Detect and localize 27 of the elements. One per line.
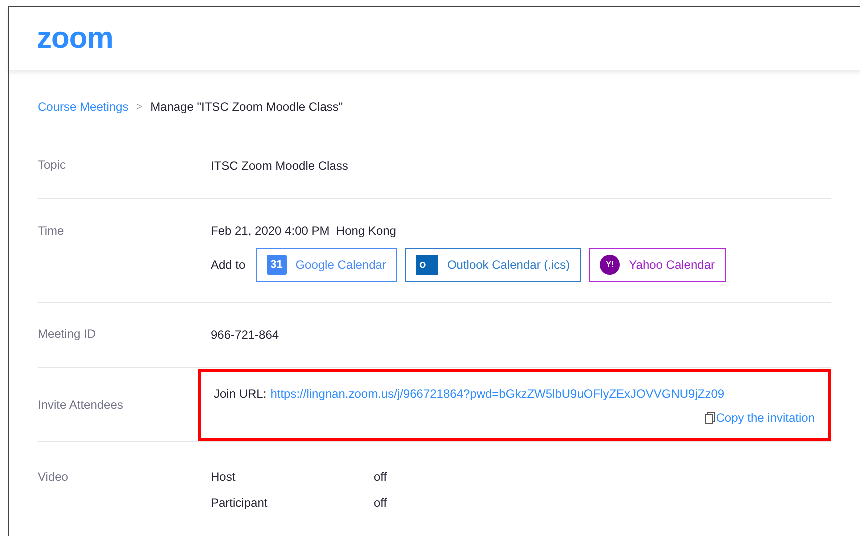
breadcrumb-separator: > xyxy=(136,100,143,114)
video-setting-name: Host xyxy=(211,469,237,486)
calendar-button[interactable]: o Outlook Calendar (.ics) xyxy=(405,248,582,282)
topic-value: ITSC Zoom Moodle Class xyxy=(211,159,348,173)
join-url-link[interactable]: https://lingnan.zoom.us/j/966721864?pwd=bGkzZW5lbU9uOFlyZExJOVVGNU9jZz09 xyxy=(270,384,725,402)
field-label: Topic xyxy=(38,157,68,174)
copy-icon xyxy=(705,412,716,424)
field-label: Time xyxy=(38,223,66,240)
video-setting-value: off xyxy=(374,469,388,486)
mail-icon: o xyxy=(416,255,438,275)
video-setting-name: Participant xyxy=(211,495,269,512)
time-value: Feb 21, 2020 4:00 PM Hong Kong xyxy=(211,223,398,240)
calendar-button[interactable]: 31 Google Calendar xyxy=(256,248,398,282)
logo-icon: Y! xyxy=(600,255,620,275)
calendar-button[interactable]: Y! Yahoo Calendar xyxy=(589,248,726,282)
breadcrumb-current: Manage "ITSC Zoom Moodle Class" xyxy=(150,99,344,116)
field-label: Invite Attendees xyxy=(38,396,124,414)
join-url-label: Join URL: xyxy=(214,386,267,402)
zoom-logo: zoom xyxy=(37,24,114,54)
field-label: Video xyxy=(38,469,70,486)
meeting-id-value: 966-721-864 xyxy=(211,328,280,342)
breadcrumb-link[interactable]: Course Meetings xyxy=(38,98,129,116)
field-label: Meeting ID xyxy=(38,326,98,343)
copy-invitation-link[interactable]: Copy the invitation xyxy=(705,408,815,426)
calendar-icon: 31 xyxy=(266,255,287,275)
add-to-label: Add to xyxy=(211,257,246,274)
video-setting-value: off xyxy=(374,495,388,512)
